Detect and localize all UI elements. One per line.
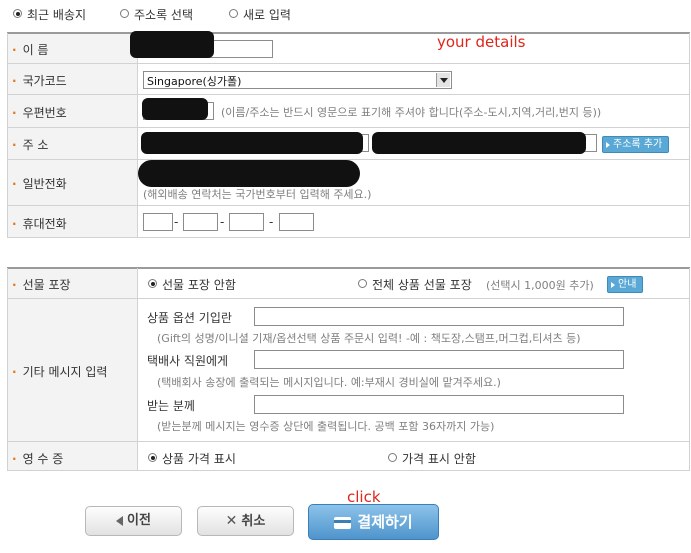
prev-button[interactable]: 이전 [85, 506, 182, 536]
redaction-mark [141, 132, 363, 154]
credit-card-icon [334, 516, 352, 529]
option-input[interactable] [254, 307, 624, 326]
redaction-mark [138, 160, 360, 187]
country-select-value: Singapore(싱가폴) [147, 75, 242, 88]
close-icon: ✕ [225, 513, 238, 529]
show-price-label: 상품 가격 표시 [162, 452, 236, 466]
new-address-label: 새로 입력 [243, 8, 291, 22]
recent-address-radio[interactable] [13, 9, 22, 18]
courier-field-label: 택배사 직원에게 [147, 354, 229, 368]
gift-wrap-label: · 선물 포장 [12, 278, 71, 292]
courier-note: (택배회사 송장에 출력되는 메시지입니다. 예:부재시 경비실에 맡겨주세요.… [157, 376, 501, 389]
mobile-part1-input[interactable] [143, 213, 173, 231]
mobile-part4-input[interactable] [279, 213, 314, 231]
show-price-radio[interactable] [148, 453, 157, 462]
new-address-radio[interactable] [229, 9, 238, 18]
add-address-book-button[interactable]: 주소록 추가 [602, 136, 670, 153]
country-select[interactable]: Singapore(싱가폴) [143, 71, 452, 89]
phone-label: · 일반전화 [12, 177, 67, 191]
postal-label: · 우편번호 [12, 106, 67, 120]
dash: - [269, 215, 274, 229]
address-book-label: 주소록 선택 [134, 8, 194, 22]
dropdown-arrow-icon[interactable] [436, 73, 450, 87]
courier-message-input[interactable] [254, 350, 624, 369]
postal-note: (이름/주소는 반드시 영문으로 표기해 주셔야 합니다(주소-도시,지역,거리… [221, 106, 602, 119]
gift-wrap-all-label: 전체 상품 선물 포장 [372, 278, 472, 292]
receipt-label: · 영 수 증 [12, 452, 64, 466]
no-gift-wrap-radio[interactable] [148, 279, 157, 288]
option-field-label: 상품 옵션 기입란 [147, 311, 232, 325]
recipient-note: (받는분께 메시지는 영수증 상단에 출력됩니다. 공백 포함 36자까지 가능… [157, 420, 495, 433]
your-details-annotation: your details [437, 33, 526, 51]
message-label: · 기타 메시지 입력 [12, 365, 108, 379]
arrow-left-icon [116, 515, 124, 526]
dash: - [174, 215, 179, 229]
gift-guide-button[interactable]: 안내 [607, 276, 644, 293]
cancel-button[interactable]: ✕ 취소 [197, 506, 294, 536]
recipient-message-input[interactable] [254, 395, 624, 414]
gift-wrap-all-radio[interactable] [358, 279, 367, 288]
address-label: · 주 소 [12, 138, 49, 152]
hide-price-radio[interactable] [388, 453, 397, 462]
country-label: · 국가코드 [12, 74, 67, 88]
dash: - [220, 215, 225, 229]
phone-note: (해외배송 연락처는 국가번호부터 입력해 주세요.) [143, 188, 372, 201]
address-book-radio[interactable] [120, 9, 129, 18]
mobile-part2-input[interactable] [183, 213, 218, 231]
redaction-mark [142, 98, 208, 120]
recent-address-label: 최근 배송지 [27, 8, 87, 22]
recipient-field-label: 받는 분께 [147, 399, 195, 413]
mobile-part3-input[interactable] [229, 213, 264, 231]
no-gift-wrap-label: 선물 포장 안함 [162, 278, 236, 292]
mobile-label: · 휴대전화 [12, 217, 67, 231]
pay-button[interactable]: 결제하기 [308, 504, 439, 540]
redaction-mark [372, 132, 586, 154]
option-note: (Gift의 성명/이니셜 기재/옵션선택 상품 주문시 입력! -예 : 책도… [157, 332, 581, 345]
gift-wrap-fee: (선택시 1,000원 추가) [486, 279, 594, 292]
name-label: · 이 름 [12, 43, 49, 57]
redaction-mark [130, 31, 214, 58]
hide-price-label: 가격 표시 안함 [402, 452, 476, 466]
